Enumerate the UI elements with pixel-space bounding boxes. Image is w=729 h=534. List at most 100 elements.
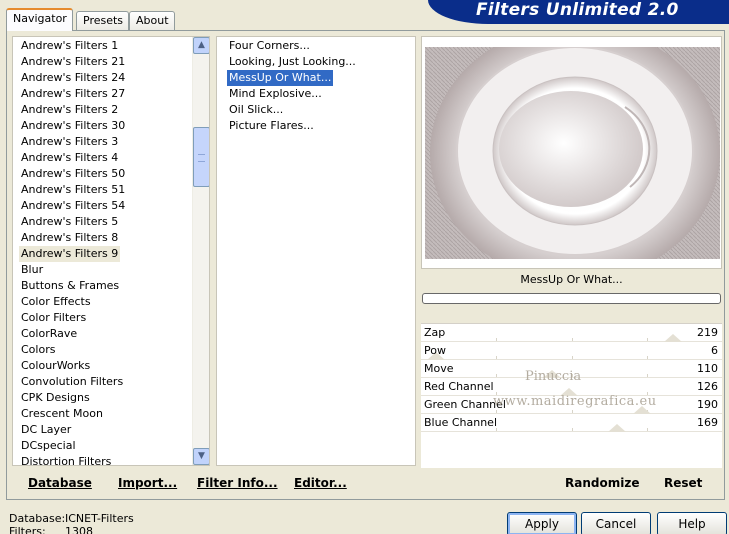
category-item[interactable]: Colors: [19, 342, 57, 358]
tab-navigator[interactable]: Navigator: [6, 8, 73, 31]
category-item[interactable]: Andrew's Filters 54: [19, 198, 127, 214]
filter-item[interactable]: MessUp Or What...: [227, 70, 334, 86]
parameter-value: 6: [711, 344, 718, 357]
slider-tick: [572, 428, 573, 431]
slider-knob[interactable]: [633, 406, 651, 414]
category-item[interactable]: Andrew's Filters 9: [19, 246, 121, 262]
slider-tick: [647, 338, 648, 341]
slider-track[interactable]: [421, 431, 722, 432]
randomize-button[interactable]: Randomize: [565, 476, 639, 490]
filter-list[interactable]: Four Corners... Looking, Just Looking... M…: [216, 36, 416, 466]
category-item[interactable]: ColorRave: [19, 326, 79, 342]
category-item[interactable]: Blur: [19, 262, 45, 278]
parameter-name: Move: [424, 362, 454, 375]
category-item[interactable]: Andrew's Filters 3: [19, 134, 120, 150]
slider-tick: [572, 374, 573, 377]
parameter-slider[interactable]: Move 110: [421, 360, 722, 378]
parameter-name: Zap: [424, 326, 446, 339]
scroll-up-icon[interactable]: ▲: [193, 37, 209, 54]
slider-knob[interactable]: [543, 370, 561, 378]
slider-tick: [496, 392, 497, 395]
parameter-slider[interactable]: Green Channel 190: [421, 396, 722, 414]
category-item[interactable]: Color Filters: [19, 310, 88, 326]
slider-tick: [647, 392, 648, 395]
preview-image: [425, 47, 720, 259]
slider-tick: [647, 356, 648, 359]
parameter-name: Blue Channel: [424, 416, 497, 429]
category-item[interactable]: Andrew's Filters 50: [19, 166, 127, 182]
parameter-sliders[interactable]: Zap 219 Pow 6 Move 110 Red Channel 126 Green Cha…: [421, 323, 722, 468]
category-item[interactable]: Andrew's Filters 8: [19, 230, 120, 246]
filter-info-link[interactable]: Filter Info...: [197, 476, 278, 490]
parameter-slider[interactable]: Zap 219: [421, 324, 722, 342]
progress-bar: [422, 293, 721, 304]
slider-tick: [572, 356, 573, 359]
category-item[interactable]: ColourWorks: [19, 358, 92, 374]
scroll-thumb[interactable]: [193, 127, 209, 187]
category-item[interactable]: Andrew's Filters 1: [19, 38, 120, 54]
import-link[interactable]: Import...: [118, 476, 177, 490]
category-item[interactable]: DCspecial: [19, 438, 78, 454]
parameter-name: Red Channel: [424, 380, 494, 393]
category-item[interactable]: DC Layer: [19, 422, 73, 438]
tab-presets[interactable]: Presets: [76, 11, 129, 30]
parameter-value: 190: [697, 398, 718, 411]
category-item[interactable]: Crescent Moon: [19, 406, 105, 422]
category-scrollbar[interactable]: ▲ ▼: [192, 37, 209, 465]
parameter-value: 219: [697, 326, 718, 339]
cancel-button[interactable]: Cancel: [581, 512, 651, 534]
slider-tick: [496, 356, 497, 359]
database-link[interactable]: Database: [28, 476, 92, 490]
category-item[interactable]: Andrew's Filters 2: [19, 102, 120, 118]
slider-tick: [572, 338, 573, 341]
banner-title: Filters Unlimited 2.0: [476, 0, 679, 20]
parameter-value: 110: [697, 362, 718, 375]
preview-graphic: [425, 47, 720, 259]
category-item[interactable]: Andrew's Filters 21: [19, 54, 127, 70]
category-item[interactable]: Color Effects: [19, 294, 93, 310]
slider-tick: [647, 374, 648, 377]
parameter-slider[interactable]: Blue Channel 169: [421, 414, 722, 432]
filter-item[interactable]: Picture Flares...: [227, 118, 316, 134]
category-item[interactable]: Andrew's Filters 24: [19, 70, 127, 86]
filter-item[interactable]: Looking, Just Looking...: [227, 54, 358, 70]
apply-button[interactable]: Apply: [507, 512, 577, 534]
title-banner: Filters Unlimited 2.0: [428, 0, 729, 24]
slider-knob[interactable]: [560, 388, 578, 396]
editor-link[interactable]: Editor...: [294, 476, 347, 490]
parameter-slider[interactable]: Pow 6: [421, 342, 722, 360]
slider-tick: [496, 338, 497, 341]
parameter-value: 126: [697, 380, 718, 393]
help-button[interactable]: Help: [657, 512, 727, 534]
filters-count-value: 1308: [65, 525, 93, 534]
tab-about[interactable]: About: [129, 11, 175, 30]
filters-count-label: Filters:: [9, 525, 46, 534]
slider-knob[interactable]: [608, 424, 626, 432]
category-list[interactable]: Andrew's Filters 1 Andrew's Filters 21 And…: [12, 36, 210, 466]
category-item[interactable]: Convolution Filters: [19, 374, 125, 390]
filter-item[interactable]: Four Corners...: [227, 38, 312, 54]
category-item[interactable]: Buttons & Frames: [19, 278, 121, 294]
category-item[interactable]: Andrew's Filters 5: [19, 214, 120, 230]
category-item[interactable]: CPK Designs: [19, 390, 92, 406]
category-item[interactable]: Andrew's Filters 30: [19, 118, 127, 134]
category-item[interactable]: Andrew's Filters 51: [19, 182, 127, 198]
category-item[interactable]: Andrew's Filters 4: [19, 150, 120, 166]
category-item[interactable]: Distortion Filters: [19, 454, 113, 465]
slider-tick: [647, 428, 648, 431]
parameter-name: Pow: [424, 344, 446, 357]
filter-item[interactable]: Mind Explosive...: [227, 86, 324, 102]
filter-item[interactable]: Oil Slick...: [227, 102, 285, 118]
parameter-slider[interactable]: Red Channel 126: [421, 378, 722, 396]
current-filter-name: MessUp Or What...: [520, 273, 623, 286]
parameter-value: 169: [697, 416, 718, 429]
slider-tick: [572, 410, 573, 413]
database-label: Database:: [9, 512, 66, 525]
category-item[interactable]: Andrew's Filters 27: [19, 86, 127, 102]
slider-knob[interactable]: [664, 334, 682, 342]
preview-pane: [421, 36, 722, 269]
scroll-down-icon[interactable]: ▼: [193, 448, 209, 465]
database-value: ICNET-Filters: [65, 512, 134, 525]
reset-button[interactable]: Reset: [664, 476, 702, 490]
slider-tick: [496, 374, 497, 377]
